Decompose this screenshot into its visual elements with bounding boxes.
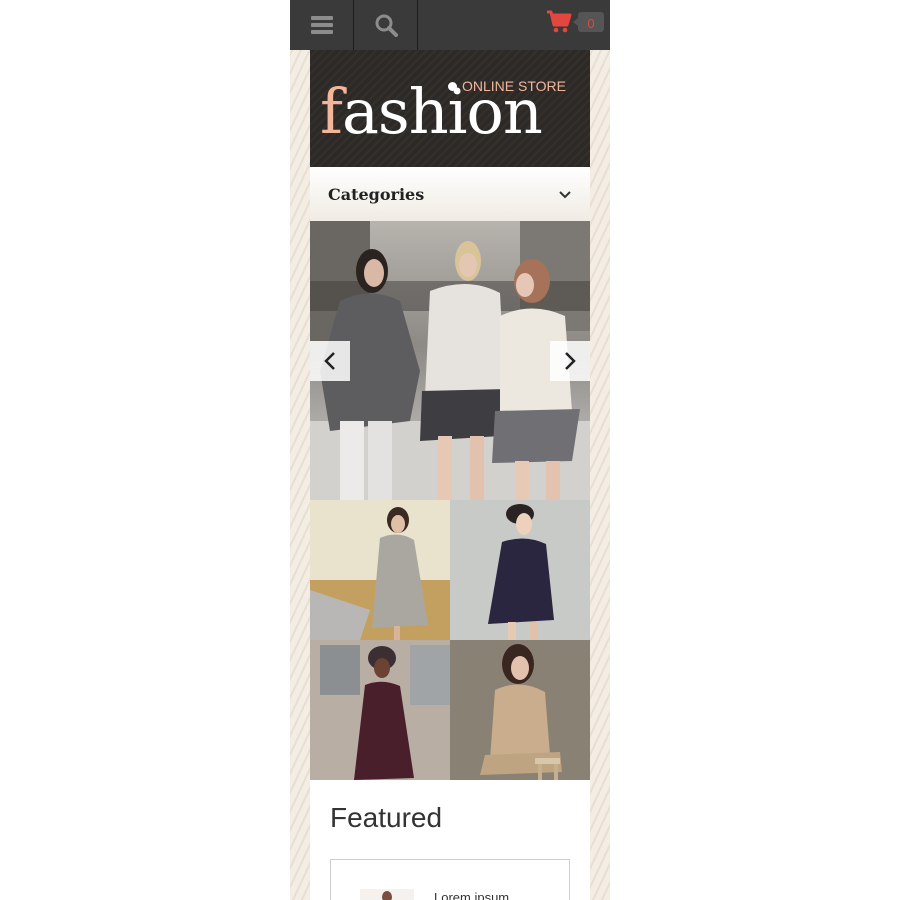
promo-tile[interactable] xyxy=(450,500,590,640)
categories-label: Categories xyxy=(328,184,425,204)
chevron-left-icon xyxy=(324,352,335,370)
promo-image xyxy=(310,500,450,640)
product-thumbnail[interactable] xyxy=(360,889,414,900)
logo-tagline: ONLINE STORE xyxy=(448,78,566,94)
hero-slider[interactable] xyxy=(310,221,590,500)
hero-banner-image xyxy=(310,221,590,500)
hamburger-icon xyxy=(310,16,333,34)
menu-button[interactable] xyxy=(290,0,354,50)
bullet-icon xyxy=(448,81,457,91)
promo-tile[interactable] xyxy=(310,640,450,780)
featured-title: Featured xyxy=(330,802,443,833)
featured-section: Featured Lorem ipsum xyxy=(310,780,590,900)
top-nav-bar: 0 xyxy=(290,0,610,50)
store-logo[interactable]: fashion ONLINE STORE xyxy=(310,50,590,167)
categories-dropdown[interactable]: Categories xyxy=(310,167,590,221)
promo-tile[interactable] xyxy=(310,500,450,640)
promo-image xyxy=(310,640,450,780)
promo-tile[interactable] xyxy=(450,640,590,780)
promo-image xyxy=(450,640,590,780)
logo-first-letter: f xyxy=(320,75,343,148)
promo-grid xyxy=(310,500,590,780)
promo-image xyxy=(450,500,590,640)
search-icon xyxy=(375,14,398,37)
chevron-right-icon xyxy=(565,352,576,370)
cart-button[interactable]: 0 xyxy=(546,10,604,34)
slider-next-button[interactable] xyxy=(550,341,590,381)
product-name[interactable]: Lorem ipsum xyxy=(434,890,509,900)
slider-prev-button[interactable] xyxy=(310,341,350,381)
chevron-down-icon xyxy=(559,191,571,199)
product-image xyxy=(382,891,392,900)
cart-icon xyxy=(547,10,572,33)
cart-count-badge: 0 xyxy=(573,12,604,32)
tagline-text: ONLINE STORE xyxy=(462,78,566,94)
product-card[interactable]: Lorem ipsum xyxy=(330,859,570,900)
mobile-page: 0 fashion ONLINE STORE Categories Featur… xyxy=(290,0,610,900)
search-button[interactable] xyxy=(354,0,418,50)
